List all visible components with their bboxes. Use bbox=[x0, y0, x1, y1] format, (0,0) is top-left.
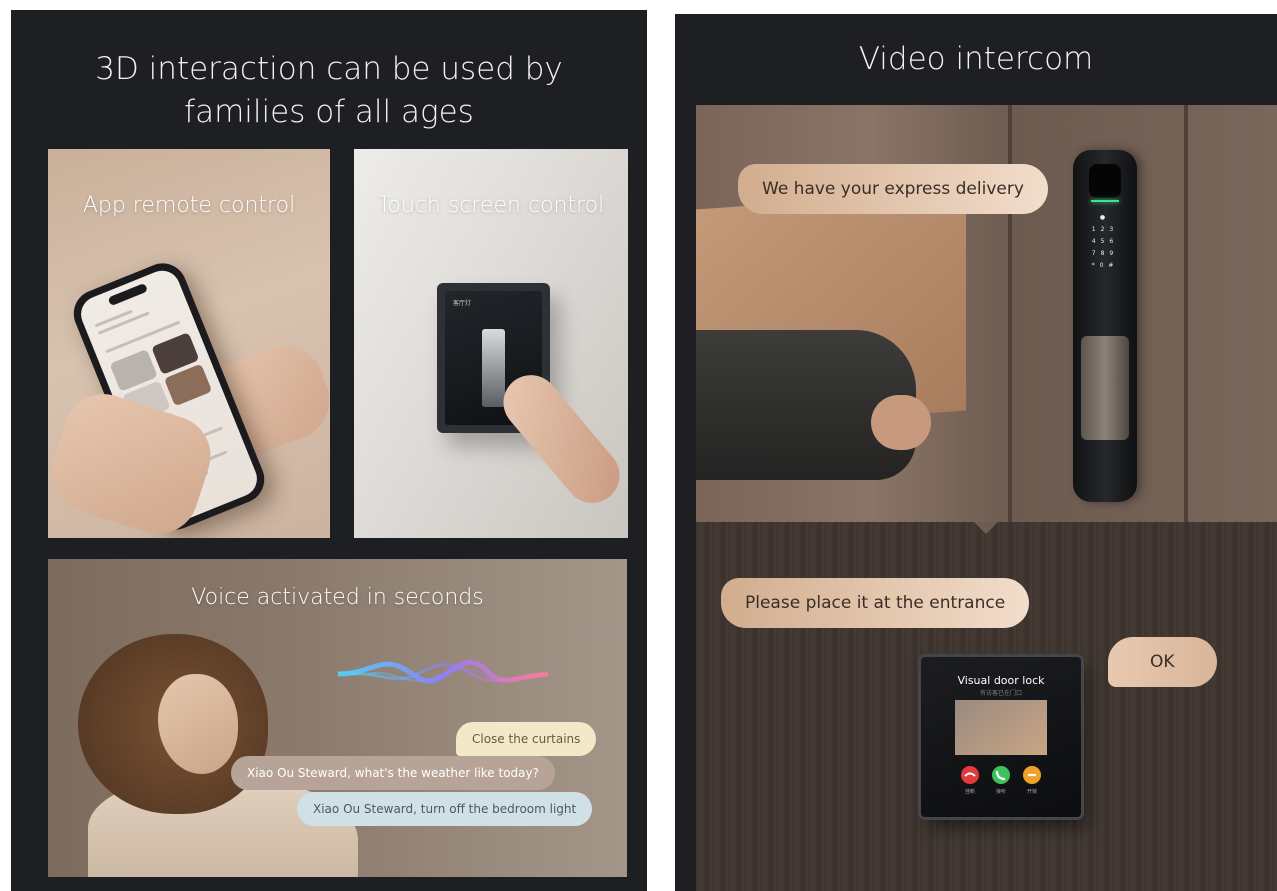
app-remote-control-card: App remote control bbox=[48, 149, 330, 538]
voice-activation-card: Voice activated in seconds Close the cur… bbox=[48, 559, 627, 877]
smart-door-lock-image: ● 123 456 789 *0# bbox=[1073, 150, 1137, 502]
scene-pointer bbox=[974, 522, 998, 534]
unlock-button[interactable] bbox=[1023, 766, 1041, 784]
door-seam bbox=[1184, 105, 1188, 522]
lock-keypad: ● 123 456 789 *0# bbox=[1091, 214, 1119, 269]
answer-label: 接听 bbox=[995, 789, 1006, 795]
phone-hangup-icon bbox=[964, 772, 976, 777]
card-label: App remote control bbox=[82, 193, 296, 218]
courier-hand-image bbox=[871, 395, 931, 450]
speech-bubble-express: We have your express delivery bbox=[738, 164, 1048, 214]
panel-title: 3D interaction can be used by families o… bbox=[11, 48, 647, 134]
panel-screen-text: 客厅灯 bbox=[453, 300, 472, 307]
hang-up-label: 挂断 bbox=[964, 789, 975, 795]
lock-camera bbox=[1089, 164, 1121, 198]
panel-title: Video intercom bbox=[858, 41, 1094, 77]
touch-screen-control-card: 客厅灯 Touch screen control bbox=[354, 149, 628, 538]
speech-bubble-place: Please place it at the entrance bbox=[721, 578, 1030, 628]
right-feature-panel: Video intercom ● 123 456 789 *0# We have you… bbox=[675, 14, 1277, 891]
title-line-2: families of all ages bbox=[184, 94, 474, 130]
unlock-icon bbox=[1028, 773, 1036, 777]
voice-bubble-curtains: Close the curtains bbox=[456, 722, 597, 756]
title-line-1: 3D interaction can be used by bbox=[95, 51, 563, 87]
voice-bubble-weather: Xiao Ou Steward, what's the weather like… bbox=[231, 756, 555, 790]
lock-handle bbox=[1081, 336, 1129, 440]
voice-wave-icon bbox=[338, 660, 548, 684]
answer-button[interactable] bbox=[992, 766, 1010, 784]
unlock-label: 开锁 bbox=[1026, 789, 1037, 795]
lock-indicator-light bbox=[1091, 200, 1119, 202]
card-label: Voice activated in seconds bbox=[191, 585, 484, 610]
finger-image bbox=[492, 363, 628, 515]
card-label: Touch screen control bbox=[377, 193, 605, 218]
speech-bubble-ok: OK bbox=[1108, 637, 1217, 687]
panel-slider bbox=[482, 329, 505, 407]
intercom-subtitle: 有访客已在门口 bbox=[979, 690, 1022, 697]
phone-notch bbox=[107, 282, 149, 307]
left-feature-panel: 3D interaction can be used by families o… bbox=[11, 10, 647, 891]
phone-answer-icon bbox=[995, 770, 1006, 781]
intercom-screen: Visual door lock 有访客已在门口 挂断 接听 开锁 bbox=[921, 657, 1081, 817]
intercom-title: Visual door lock bbox=[957, 674, 1045, 687]
hang-up-button[interactable] bbox=[961, 766, 979, 784]
voice-bubble-light: Xiao Ou Steward, turn off the bedroom li… bbox=[297, 792, 593, 826]
intercom-camera-preview bbox=[955, 700, 1047, 755]
